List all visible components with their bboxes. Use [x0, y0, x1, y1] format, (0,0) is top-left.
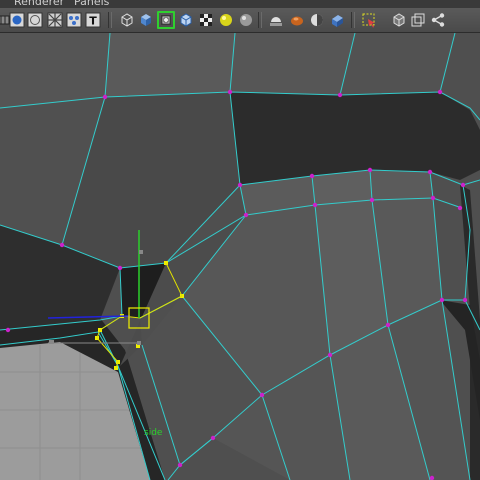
mesh-render[interactable] [0, 33, 480, 480]
select-highlight-icon[interactable] [360, 11, 378, 29]
texture-icon[interactable] [46, 11, 64, 29]
two-squares-icon[interactable] [409, 11, 427, 29]
cube-shaded-icon[interactable] [137, 11, 155, 29]
toolbar-separator [258, 12, 262, 28]
toolbar-separator [351, 12, 355, 28]
isolate-icon[interactable] [157, 11, 175, 29]
cube-gray-icon[interactable] [390, 11, 408, 29]
face [0, 33, 110, 108]
half-sphere-icon[interactable] [308, 11, 326, 29]
uv-icon[interactable] [65, 11, 83, 29]
face [230, 33, 355, 95]
cube-outline-icon[interactable] [177, 11, 195, 29]
face [105, 33, 235, 97]
share-icon[interactable] [429, 11, 447, 29]
viewport-3d[interactable] [0, 33, 480, 480]
face [340, 33, 455, 95]
viewport-toolbar: T [0, 8, 480, 33]
cube-blue-icon[interactable] [328, 11, 346, 29]
manipulator-y-handle[interactable] [139, 250, 143, 254]
wireframe-icon[interactable] [26, 11, 44, 29]
face [370, 170, 433, 200]
text-icon[interactable]: T [84, 11, 102, 29]
light-sphere-icon[interactable] [217, 11, 235, 29]
svg-text:T: T [89, 15, 97, 28]
teapot-icon[interactable] [288, 11, 306, 29]
menu-panels[interactable]: Panels [74, 0, 109, 8]
cube-wire-icon[interactable] [118, 11, 136, 29]
checker-icon[interactable] [197, 11, 215, 29]
menu-renderer[interactable]: Renderer [14, 0, 64, 8]
sphere-icon[interactable] [237, 11, 255, 29]
shaded-icon[interactable] [8, 11, 26, 29]
camera-label: side [144, 428, 163, 438]
toolbar-separator [108, 12, 112, 28]
dome-light-icon[interactable] [267, 11, 285, 29]
menu-bar: Renderer Panels [0, 0, 480, 8]
